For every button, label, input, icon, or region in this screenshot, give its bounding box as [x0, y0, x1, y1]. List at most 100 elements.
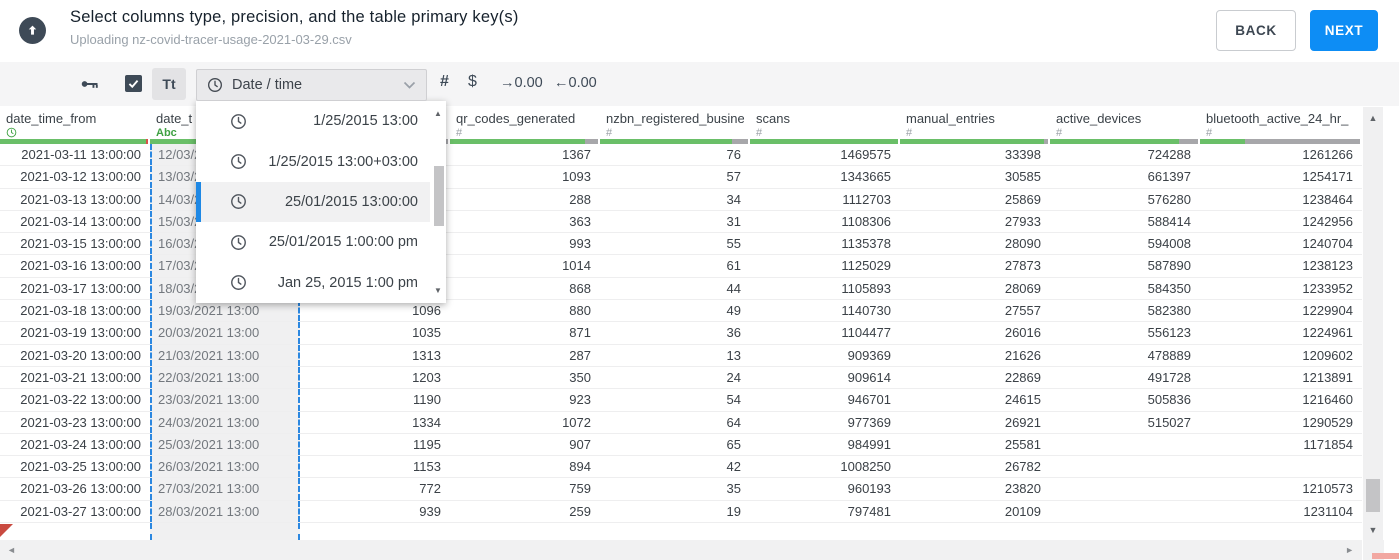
table-row: 2021-03-25 13:00:00 26/03/2021 13:00 1153 8… — [0, 456, 1362, 479]
table-cell: 1096 — [412, 303, 441, 319]
table-cell: 1125029 — [841, 258, 891, 274]
vertical-scroll-thumb[interactable] — [1366, 479, 1380, 512]
table-cell: 977369 — [847, 414, 891, 430]
table-cell: 61 — [726, 258, 741, 274]
table-cell: 28090 — [1004, 236, 1041, 252]
table-cell: 26016 — [1004, 325, 1041, 341]
table-cell: 923 — [569, 392, 591, 408]
table-row: 2021-03-20 13:00:00 21/03/2021 13:00 1313 2… — [0, 344, 1362, 367]
dropdown-scroll-thumb[interactable] — [434, 166, 444, 226]
table-cell: 19 — [726, 503, 741, 519]
vertical-scrollbar[interactable]: ▲ ▼ — [1363, 107, 1383, 540]
scroll-right-icon[interactable]: ► — [1345, 545, 1354, 555]
table-cell — [150, 523, 300, 540]
table-cell: 2021-03-24 13:00:00 — [20, 436, 141, 452]
table-cell: 1213891 — [1302, 369, 1353, 385]
column-header-date_time_from[interactable]: date_time_from — [0, 106, 150, 144]
currency-type-button[interactable]: $ — [468, 73, 477, 91]
table-cell: 24/03/2021 13:00 — [150, 411, 300, 433]
primary-key-icon[interactable] — [80, 76, 100, 97]
table-cell: 1367 — [562, 147, 591, 162]
format-option[interactable]: 25/01/2015 1:00:00 pm — [196, 222, 430, 262]
format-option[interactable]: 1/25/2015 13:00+03:00 — [196, 141, 430, 181]
table-cell: 33398 — [1004, 147, 1041, 162]
column-type-select[interactable]: Date / time — [196, 69, 427, 101]
table-cell — [600, 523, 750, 540]
table-cell: 28/03/2021 13:00 — [150, 500, 300, 523]
scroll-down-icon[interactable]: ▼ — [1363, 525, 1383, 535]
increase-decimal-button[interactable]: →0.00 — [500, 75, 543, 91]
format-option[interactable]: 1/25/2015 13:00 — [196, 101, 430, 141]
format-option[interactable]: Jan 25, 2015 1:00 pm — [196, 263, 430, 303]
table-cell: 1242956 — [1302, 213, 1353, 229]
column-header-scans[interactable]: scans # — [750, 106, 900, 144]
table-cell: 478889 — [1147, 347, 1191, 363]
decrease-decimal-button[interactable]: ←0.00 — [554, 75, 597, 91]
table-cell: 27933 — [1004, 213, 1041, 229]
table-cell: 1469575 — [840, 147, 891, 162]
table-row: 2021-03-19 13:00:00 20/03/2021 13:00 1035 8… — [0, 322, 1362, 345]
table-cell: 65 — [726, 436, 741, 452]
table-row: 2021-03-27 13:00:00 28/03/2021 13:00 939 25… — [0, 500, 1362, 524]
upload-icon — [19, 17, 46, 44]
chevron-down-icon — [403, 81, 416, 90]
table-cell: 21/03/2021 13:00 — [150, 344, 300, 366]
table-cell: 582380 — [1147, 303, 1191, 319]
table-cell: 2021-03-16 13:00:00 — [20, 258, 141, 274]
table-cell: 1224961 — [1302, 325, 1353, 341]
text-type-button[interactable]: Tt — [152, 68, 186, 100]
column-name: nzbn_registered_busine — [606, 111, 744, 126]
back-button[interactable]: BACK — [1216, 10, 1296, 51]
scroll-up-icon[interactable]: ▲ — [1363, 113, 1383, 123]
table-cell — [1050, 478, 1200, 499]
table-cell: 1135378 — [841, 236, 891, 252]
column-header-qr_codes_generated[interactable]: qr_codes_generated # — [450, 106, 600, 144]
table-cell: 64 — [726, 414, 741, 430]
number-type-button[interactable]: # — [440, 73, 449, 91]
table-cell: 31 — [726, 213, 741, 229]
table-cell — [900, 523, 1050, 540]
table-row: 2021-03-21 13:00:00 22/03/2021 13:00 1203 3… — [0, 366, 1362, 390]
table-cell: 1261266 — [1302, 147, 1353, 162]
horizontal-scrollbar[interactable]: ◄ ► — [0, 540, 1362, 560]
table-cell: 25581 — [1004, 436, 1041, 452]
table-cell: 907 — [569, 436, 591, 452]
table-cell — [1050, 456, 1200, 477]
column-header-manual_entries[interactable]: manual_entries # — [900, 106, 1050, 144]
table-cell: 2021-03-18 13:00:00 — [20, 303, 141, 319]
scroll-down-icon[interactable]: ▼ — [431, 286, 445, 295]
column-name: active_devices — [1056, 111, 1142, 126]
table-cell: 868 — [569, 280, 591, 296]
corner-indicator — [1372, 553, 1399, 559]
column-name: scans — [756, 111, 790, 126]
table-cell: 1105893 — [841, 280, 891, 296]
table-cell: 23/03/2021 13:00 — [150, 389, 300, 411]
table-cell: 515027 — [1147, 414, 1191, 430]
format-option[interactable]: 25/01/2015 13:00:00 — [196, 181, 430, 223]
table-cell: 54 — [726, 392, 741, 408]
scroll-left-icon[interactable]: ◄ — [7, 545, 16, 555]
table-cell: 880 — [569, 303, 591, 319]
next-button[interactable]: NEXT — [1310, 10, 1378, 51]
table-cell: 1108306 — [841, 213, 891, 229]
clock-icon — [230, 274, 247, 291]
clock-icon — [230, 153, 247, 170]
table-cell: 759 — [569, 481, 591, 497]
dropdown-scrollbar[interactable]: ▲ ▼ — [431, 101, 445, 303]
table-cell: 49 — [726, 303, 741, 319]
include-column-checkbox[interactable] — [125, 75, 142, 92]
column-header-nzbn_registered_busine[interactable]: nzbn_registered_busine # — [600, 106, 750, 144]
scroll-up-icon[interactable]: ▲ — [431, 109, 445, 118]
column-type-toolbar: Tt Date / time # $ →0.00 ←0.00 — [0, 62, 1399, 106]
table-cell: 939 — [419, 503, 441, 519]
table-cell: 24615 — [1004, 392, 1041, 408]
column-name: date_time_from — [6, 111, 97, 126]
column-header-active_devices[interactable]: active_devices # — [1050, 106, 1200, 144]
table-row: 2021-03-23 13:00:00 24/03/2021 13:00 1334 1… — [0, 411, 1362, 434]
table-cell: 2021-03-19 13:00:00 — [20, 325, 141, 341]
table-cell: 350 — [569, 369, 591, 385]
column-header-bluetooth_active_24_hr_[interactable]: bluetooth_active_24_hr_ # — [1200, 106, 1362, 144]
table-cell: 288 — [569, 191, 591, 207]
table-cell: 1233952 — [1302, 280, 1353, 296]
table-cell: 491728 — [1147, 369, 1191, 385]
